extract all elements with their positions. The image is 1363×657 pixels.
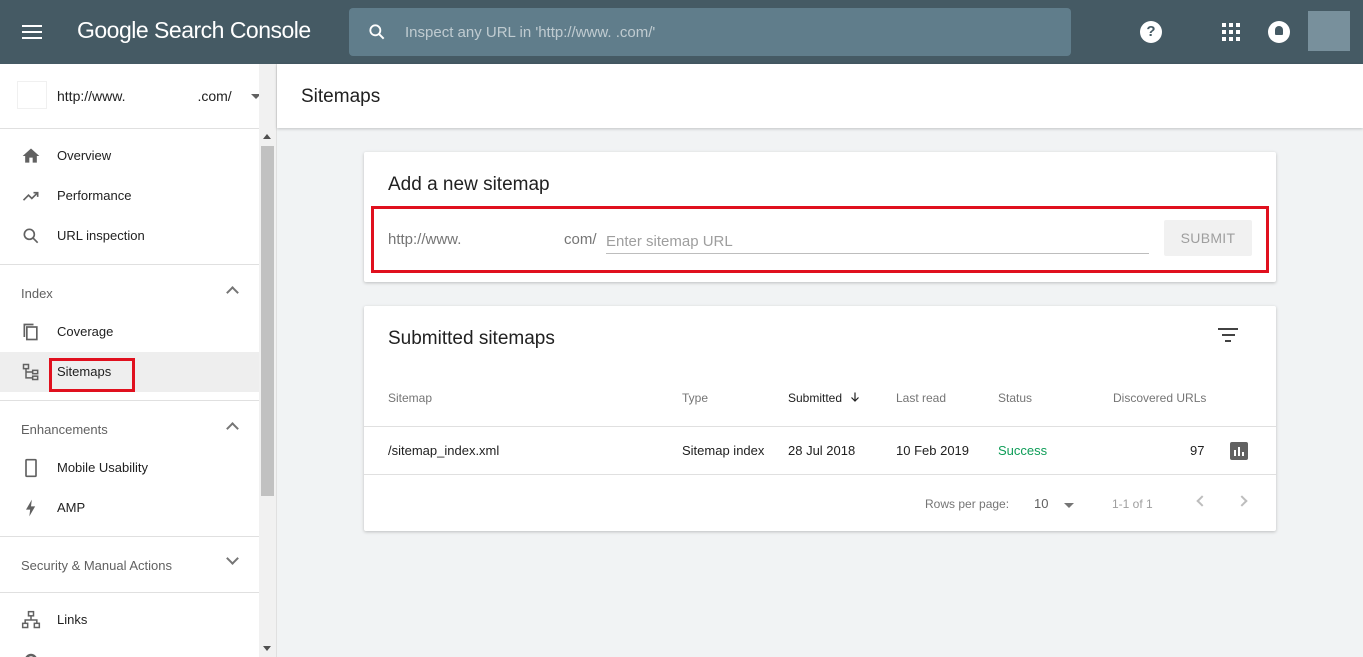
page-title: Sitemaps <box>301 86 381 107</box>
search-icon <box>369 24 385 40</box>
cell-sitemap: /sitemap_index.xml <box>388 443 500 458</box>
sitemaps-highlight-box <box>49 358 135 392</box>
sidebar-item-amp[interactable]: AMP <box>0 488 259 528</box>
filter-icon[interactable] <box>1218 328 1238 342</box>
avatar[interactable] <box>1308 11 1350 51</box>
divider <box>364 426 1276 427</box>
sidebar-item-mobile-usability[interactable]: Mobile Usability <box>0 448 259 488</box>
chevron-down-icon[interactable] <box>1064 503 1074 508</box>
sidebar-item-settings[interactable] <box>0 640 259 657</box>
sitemap-url-input[interactable] <box>606 226 1149 254</box>
property-selector[interactable]: http://www. .com/ <box>0 64 276 129</box>
section-security[interactable]: Security & Manual Actions <box>0 536 259 592</box>
chevron-up-icon <box>226 286 239 299</box>
cell-submitted: 28 Jul 2018 <box>788 443 856 458</box>
links-icon <box>21 610 41 629</box>
cell-discovered-urls: 97 <box>1190 443 1205 458</box>
sidebar-item-url-inspection[interactable]: URL inspection <box>0 216 259 256</box>
col-header-status[interactable]: Status <box>998 391 1032 405</box>
col-header-submitted[interactable]: Submitted <box>788 391 861 405</box>
sitemap-icon <box>22 363 39 381</box>
scroll-up-arrow-icon[interactable] <box>263 134 271 139</box>
rows-per-page-select[interactable]: 10 <box>1034 496 1048 511</box>
sidebar-item-overview[interactable]: Overview <box>0 136 259 176</box>
notifications-icon[interactable] <box>1268 21 1290 43</box>
sidebar: http://www. .com/ Overview Performance UR… <box>0 64 277 657</box>
top-bar: Google Search Console Inspect any URL in… <box>0 0 1363 64</box>
add-sitemap-card: Add a new sitemap http://www. com/ SUBMI… <box>364 152 1276 282</box>
property-favicon <box>17 81 47 109</box>
cell-last-read: 10 Feb 2019 <box>896 443 970 458</box>
trending-up-icon <box>22 191 39 201</box>
bar-chart-icon[interactable] <box>1230 442 1248 460</box>
apps-grid-icon[interactable] <box>1222 23 1240 41</box>
home-icon <box>22 148 40 163</box>
col-header-last-read[interactable]: Last read <box>896 391 946 405</box>
sort-arrow-down-icon <box>851 392 860 402</box>
next-page-icon[interactable] <box>1236 495 1248 507</box>
scrollbar-thumb[interactable] <box>261 146 274 496</box>
sidebar-item-performance[interactable]: Performance <box>0 176 259 216</box>
coverage-icon <box>23 323 38 341</box>
url-inspect-search[interactable]: Inspect any URL in 'http://www. .com/' <box>349 8 1071 56</box>
page-header: Sitemaps <box>277 64 1363 128</box>
menu-icon[interactable] <box>22 25 42 39</box>
card-title: Submitted sitemaps <box>388 328 555 349</box>
col-header-discovered-urls[interactable]: Discovered URLs <box>1113 391 1206 405</box>
app-title[interactable]: Google Search Console <box>77 17 311 44</box>
scroll-down-arrow-icon[interactable] <box>263 646 271 651</box>
sidebar-item-coverage[interactable]: Coverage <box>0 312 259 352</box>
property-url: http://www. .com/ <box>57 88 232 104</box>
search-input[interactable]: Inspect any URL in 'http://www. .com/' <box>405 24 655 41</box>
sitemap-url-suffix: com/ <box>564 231 597 248</box>
help-icon[interactable]: ? <box>1140 21 1162 43</box>
divider <box>0 592 259 593</box>
col-header-type[interactable]: Type <box>682 391 708 405</box>
submitted-sitemaps-card: Submitted sitemaps Sitemap Type Submitte… <box>364 306 1276 531</box>
divider <box>364 474 1276 475</box>
cell-type: Sitemap index <box>682 443 765 458</box>
card-title: Add a new sitemap <box>388 174 550 195</box>
rows-per-page-label: Rows per page: <box>925 497 1010 511</box>
col-header-sitemap[interactable]: Sitemap <box>388 391 432 405</box>
pagination-range: 1-1 of 1 <box>1112 497 1153 511</box>
sitemap-url-prefix: http://www. <box>388 231 462 248</box>
sidebar-item-links[interactable]: Links <box>0 600 259 640</box>
chevron-down-icon <box>226 552 239 565</box>
lightning-icon <box>26 499 36 517</box>
chevron-up-icon <box>226 422 239 435</box>
cell-status: Success <box>998 443 1048 458</box>
gear-icon <box>25 653 37 657</box>
search-icon <box>23 228 39 244</box>
phone-icon <box>25 458 37 478</box>
prev-page-icon[interactable] <box>1196 495 1208 507</box>
submit-button[interactable]: SUBMIT <box>1164 220 1252 256</box>
